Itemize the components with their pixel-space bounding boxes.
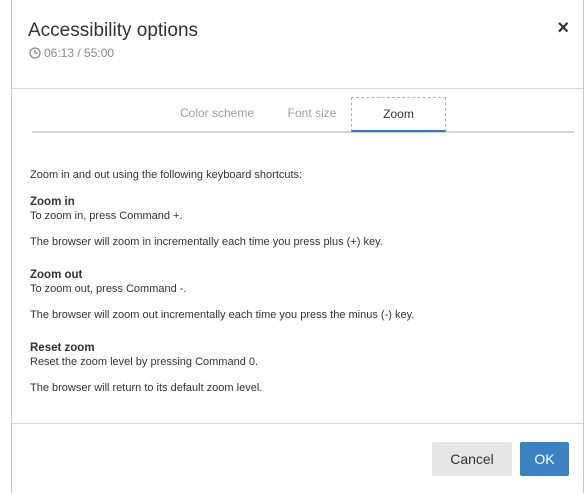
section-line: To zoom out, press Command -. [30, 283, 187, 295]
section-line: To zoom in, press Command +. [30, 210, 183, 222]
tab-zoom[interactable]: Zoom [351, 97, 446, 132]
section-heading: Zoom in [30, 196, 75, 208]
zoom-in-section: Zoom in To zoom in, press Command +. The… [30, 195, 383, 249]
dialog-footer: Cancel OK [12, 423, 583, 494]
tab-font-size[interactable]: Font size [270, 97, 354, 130]
zoom-out-section: Zoom out To zoom out, press Command -. T… [30, 268, 414, 322]
intro-text: Zoom in and out using the following keyb… [30, 169, 303, 181]
cancel-button[interactable]: Cancel [432, 442, 512, 476]
section-line: Reset the zoom level by pressing Command… [30, 356, 259, 368]
dialog-header: Accessibility options 06:13 / 55:00 × [12, 0, 583, 89]
section-description: The browser will zoom in incrementally e… [30, 236, 383, 248]
section-heading: Zoom out [30, 269, 83, 281]
dialog-title: Accessibility options [28, 20, 199, 41]
close-icon[interactable]: × [557, 18, 569, 38]
timer: 06:13 / 55:00 [29, 46, 114, 60]
tab-bar: Color scheme Font size Zoom [32, 97, 574, 133]
section-description: The browser will return to its default z… [30, 382, 263, 394]
clock-icon [29, 47, 41, 59]
timer-text: 06:13 / 55:00 [44, 46, 115, 60]
tab-color-scheme[interactable]: Color scheme [172, 97, 262, 130]
reset-zoom-section: Reset zoom Reset the zoom level by press… [30, 341, 262, 395]
accessibility-dialog: Accessibility options 06:13 / 55:00 × Co… [11, 0, 584, 493]
ok-button[interactable]: OK [520, 442, 569, 476]
section-heading: Reset zoom [30, 342, 95, 354]
section-description: The browser will zoom out incrementally … [30, 309, 415, 321]
